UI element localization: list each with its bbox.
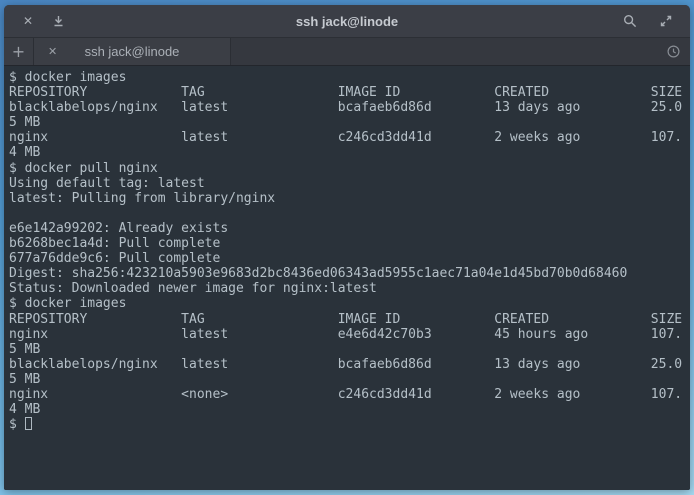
- titlebar-left-controls: ✕: [16, 9, 70, 33]
- terminal-window: ✕ ssh jack@linode: [4, 5, 690, 490]
- close-icon: ✕: [23, 15, 33, 27]
- new-tab-button[interactable]: +: [4, 38, 34, 65]
- tab-label: ssh jack@linode: [34, 44, 230, 59]
- expand-arrows-icon: [659, 14, 673, 28]
- move-down-button[interactable]: [46, 9, 70, 33]
- window-title: ssh jack@linode: [4, 14, 690, 29]
- history-clock-icon: [666, 44, 681, 59]
- close-window-button[interactable]: ✕: [16, 9, 40, 33]
- tab-ssh-session[interactable]: ✕ ssh jack@linode: [34, 38, 231, 65]
- terminal-cursor: [25, 417, 32, 430]
- tab-close-icon[interactable]: ✕: [48, 46, 57, 57]
- terminal-text: $ docker images REPOSITORY TAG IMAGE ID …: [9, 70, 682, 432]
- plus-icon: +: [12, 44, 25, 60]
- fullscreen-button[interactable]: [654, 9, 678, 33]
- titlebar-right-controls: [618, 9, 678, 33]
- search-icon: [623, 14, 637, 28]
- tab-bar: + ✕ ssh jack@linode: [4, 38, 690, 66]
- session-history-button[interactable]: [656, 38, 690, 65]
- terminal-viewport[interactable]: $ docker images REPOSITORY TAG IMAGE ID …: [4, 66, 690, 490]
- titlebar[interactable]: ✕ ssh jack@linode: [4, 5, 690, 38]
- terminal-output: $ docker images REPOSITORY TAG IMAGE ID …: [4, 66, 690, 432]
- search-button[interactable]: [618, 9, 642, 33]
- down-arrow-icon: [52, 15, 65, 28]
- tabbar-empty-area: [231, 38, 656, 65]
